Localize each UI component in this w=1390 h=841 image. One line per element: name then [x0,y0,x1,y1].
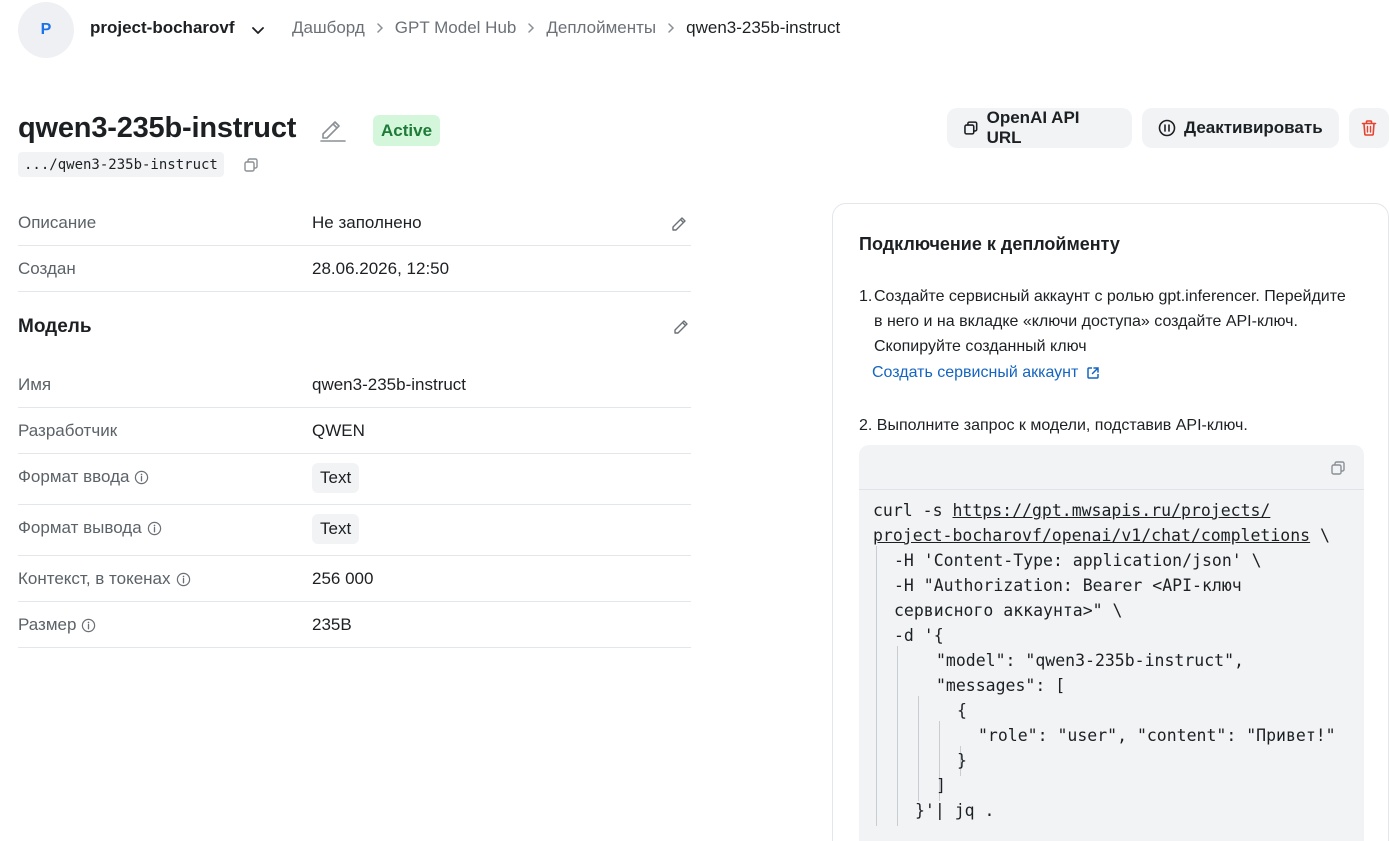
info-icon[interactable] [147,521,162,536]
code-cmd: curl -s [873,501,953,520]
output-format-chip: Text [312,514,360,544]
description-value: Не заполнено [312,213,422,232]
code-line: сервисного аккаунта>" \ [894,601,1123,620]
top-bar: P project-bocharovf Дашборд GPT Model Hu… [0,0,1390,60]
size-value: 235B [312,615,352,634]
delete-button[interactable] [1349,108,1389,148]
deactivate-button[interactable]: Деактивировать [1142,108,1339,148]
trash-icon [1361,120,1377,136]
model-name-label: Имя [18,375,52,394]
pencil-icon[interactable] [318,118,348,144]
breadcrumb-current: qwen3-235b-instruct [686,18,841,37]
connection-title: Подключение к деплойменту [859,234,1120,254]
code-line: -H 'Content-Type: application/json' \ [894,551,1262,570]
create-service-account-link[interactable]: Создать сервисный аккаунт [872,364,1100,382]
project-name[interactable]: project-bocharovf [90,18,235,38]
code-url[interactable]: project-bocharovf/openai/v1/chat/complet… [873,526,1310,545]
project-avatar[interactable]: P [18,2,74,58]
step-1-number: 1. [859,288,873,305]
code-continuation: \ [1310,526,1330,545]
size-label: Размер [18,615,96,635]
step-1: 1. Создайте сервисный аккаунт с ролью gp… [859,284,1349,359]
input-format-label: Формат ввода [18,467,149,487]
deployment-details: Описание Не заполнено Создан 28.06.2026,… [18,200,691,648]
developer-row: Разработчик QWEN [18,408,691,454]
model-name-value: qwen3-235b-instruct [312,375,467,394]
model-name-row: Имя qwen3-235b-instruct [18,362,691,408]
info-icon[interactable] [134,470,149,485]
copy-icon [964,121,978,135]
indent-guide [897,646,898,826]
output-format-row: Формат вывода Text [18,505,691,556]
breadcrumb: Дашборд GPT Model Hub Деплойменты qwen3-… [292,18,840,38]
code-block: curl -s https://gpt.mwsapis.ru/projects/… [859,445,1364,841]
created-row: Создан 28.06.2026, 12:50 [18,246,691,292]
breadcrumb-deployments[interactable]: Деплойменты [546,18,656,38]
input-format-chip: Text [312,463,360,493]
info-icon[interactable] [81,618,96,633]
input-format-row: Формат ввода Text [18,454,691,505]
create-service-account-label: Создать сервисный аккаунт [872,364,1079,381]
model-heading: Модель [18,316,92,337]
description-label: Описание [18,213,97,232]
code-line: "model": "qwen3-235b-instruct", [936,651,1244,670]
code-url[interactable]: https://gpt.mwsapis.ru/projects/ [952,501,1270,520]
created-value: 28.06.2026, 12:50 [312,259,450,278]
breadcrumb-dashboard[interactable]: Дашборд [292,18,365,38]
code-line: { [957,701,967,720]
copy-icon[interactable] [1330,460,1346,476]
output-format-label-text: Формат вывода [18,518,142,537]
deployment-path: .../qwen3-235b-instruct [18,152,224,177]
chevron-right-icon [656,22,686,34]
step-1-text: Создайте сервисный аккаунт с ролью gpt.i… [874,288,1346,355]
chevron-down-icon[interactable] [250,22,266,38]
context-label-text: Контекст, в токенах [18,569,171,588]
code-line: }'| jq . [915,801,995,820]
page-title: qwen3-235b-instruct [18,112,297,144]
openai-api-url-button[interactable]: OpenAI API URL [947,108,1132,148]
context-label: Контекст, в токенах [18,569,191,589]
code-line: -d '{ [894,626,944,645]
output-format-label: Формат вывода [18,518,162,538]
pencil-icon[interactable] [671,216,687,232]
deactivate-label: Деактивировать [1184,118,1323,137]
code-line: "role": "user", "content": "Привет!" [978,726,1336,745]
code-line: -H "Authorization: Bearer <API-ключ [894,576,1242,595]
input-format-label-text: Формат ввода [18,467,130,486]
code-line: ] [936,776,946,795]
context-row: Контекст, в токенах 256 000 [18,556,691,602]
created-label: Создан [18,259,76,278]
code-line: "messages": [ [936,676,1066,695]
developer-value: QWEN [312,421,365,440]
openai-api-url-label: OpenAI API URL [986,108,1080,147]
info-icon[interactable] [176,572,191,587]
description-row: Описание Не заполнено [18,200,691,246]
code-line: curl -s https://gpt.mwsapis.ru/projects/ [873,498,1270,523]
indent-guide [918,696,919,801]
copy-icon[interactable] [243,157,259,173]
size-label-text: Размер [18,615,77,634]
status-badge: Active [373,115,441,146]
pencil-icon[interactable] [673,319,689,335]
external-link-icon [1087,367,1100,379]
model-section-header: Модель [18,292,691,362]
code-line: project-bocharovf/openai/v1/chat/complet… [873,523,1330,548]
developer-label: Разработчик [18,421,118,440]
size-row: Размер 235B [18,602,691,648]
breadcrumb-gpt-model-hub[interactable]: GPT Model Hub [395,18,517,38]
chevron-right-icon [365,22,395,34]
indent-guide [876,546,877,826]
pause-icon [1158,119,1176,137]
step-2-text: 2. Выполните запрос к модели, подставив … [859,417,1248,434]
connection-panel: Подключение к деплойменту 1. Создайте се… [832,203,1389,841]
chevron-right-icon [516,22,546,34]
code-line: } [957,751,967,770]
code-toolbar [859,445,1364,490]
context-value: 256 000 [312,569,374,588]
